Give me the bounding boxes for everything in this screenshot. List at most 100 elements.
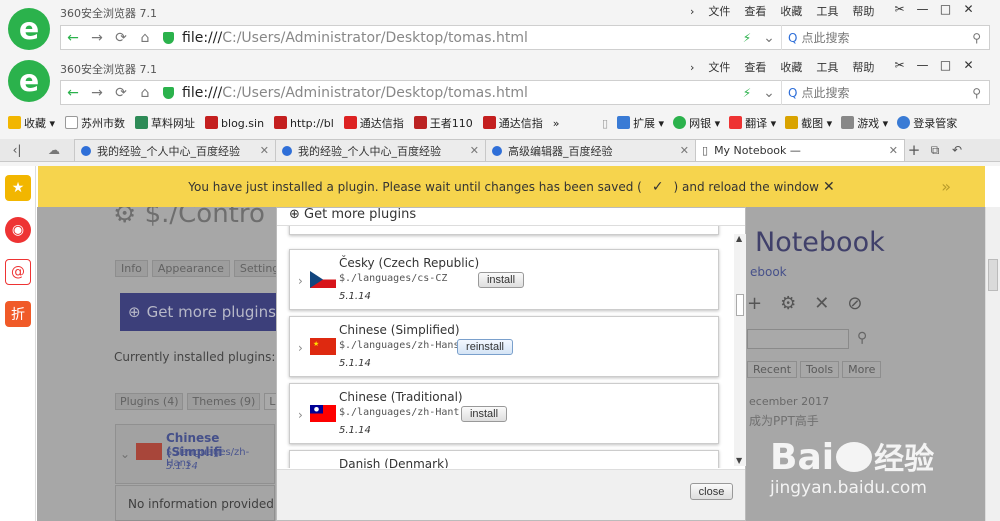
- menu-view[interactable]: 查看: [744, 3, 766, 19]
- bookmarks-more[interactable]: »: [553, 117, 560, 130]
- dropdown-icon-2[interactable]: ⌄: [757, 85, 781, 101]
- refresh-icon[interactable]: ⟳: [109, 30, 133, 46]
- close-window-button-2[interactable]: ✕: [957, 56, 980, 74]
- search-box-2[interactable]: Q 点此搜索 ⚲: [781, 80, 989, 105]
- reinstall-button[interactable]: reinstall: [457, 339, 513, 355]
- tab-recent[interactable]: Recent: [747, 361, 798, 378]
- minimize-button-2[interactable]: —: [911, 56, 934, 74]
- tab-3[interactable]: 高级编辑器_百度经验 ✕: [485, 139, 696, 161]
- tab-close-icon[interactable]: ✕: [464, 144, 479, 157]
- search-engine-icon-2[interactable]: Q: [782, 86, 799, 100]
- weibo-icon[interactable]: ◉: [5, 217, 31, 243]
- maximize-button-2[interactable]: □: [934, 56, 957, 74]
- plugin-list-scrollbar-thumb[interactable]: [736, 294, 744, 316]
- close-window-button[interactable]: ✕: [957, 0, 980, 18]
- tab-close-icon[interactable]: ✕: [254, 144, 269, 157]
- gear-icon-2[interactable]: ⚙: [780, 293, 796, 314]
- restore-tabs-icon[interactable]: ⧉: [924, 139, 946, 161]
- notebook-search-icon[interactable]: ⚲: [857, 330, 867, 346]
- skin-icon[interactable]: ✂: [888, 0, 911, 18]
- scroll-up-arrow-icon[interactable]: ▲: [736, 234, 742, 243]
- tab-active-notebook[interactable]: ▯ My Notebook — ✕: [695, 139, 905, 161]
- search-engine-icon[interactable]: Q: [782, 31, 799, 45]
- extensions-button[interactable]: 扩展 ▾: [617, 115, 664, 131]
- search-input[interactable]: 点此搜索: [799, 29, 972, 46]
- check-circle-icon[interactable]: ⊘: [847, 293, 862, 314]
- tab-2[interactable]: 我的经验_个人中心_百度经验 ✕: [275, 139, 486, 161]
- get-more-plugins-button[interactable]: ⊕ Get more plugins: [120, 293, 280, 331]
- scroll-down-arrow-icon[interactable]: ▼: [736, 456, 742, 465]
- cloud-icon[interactable]: ☁: [34, 139, 74, 161]
- games-button[interactable]: 游戏 ▾: [841, 115, 888, 131]
- notification-more-icon[interactable]: »: [941, 177, 951, 196]
- menu-arrow-icon[interactable]: ›: [690, 5, 694, 18]
- menu-tools-2[interactable]: 工具: [816, 59, 838, 75]
- lightning-icon-2[interactable]: ⚡: [737, 86, 757, 100]
- menu-file[interactable]: 文件: [708, 3, 730, 19]
- plus-icon[interactable]: +: [747, 293, 762, 314]
- skin-icon-2[interactable]: ✂: [888, 56, 911, 74]
- bookmark-5[interactable]: 通达信指: [343, 115, 404, 131]
- tab-close-icon[interactable]: ✕: [883, 144, 898, 157]
- favorites-star-icon[interactable]: ★: [5, 175, 31, 201]
- bookmark-7[interactable]: 通达信指: [482, 115, 543, 131]
- tab-info[interactable]: Info: [115, 260, 148, 277]
- new-tab-icon[interactable]: +: [904, 139, 924, 161]
- home-icon-2[interactable]: ⌂: [133, 85, 157, 101]
- chevron-right-icon[interactable]: ›: [298, 408, 303, 422]
- menu-view-2[interactable]: 查看: [744, 59, 766, 75]
- reading-icon[interactable]: ▯: [602, 117, 608, 130]
- dropdown-icon[interactable]: ⌄: [757, 30, 781, 46]
- login-manager-button[interactable]: 登录管家: [897, 115, 957, 131]
- url-field[interactable]: file:///C:/Users/Administrator/Desktop/t…: [182, 30, 737, 46]
- menu-tools[interactable]: 工具: [816, 3, 838, 19]
- menu-help-2[interactable]: 帮助: [852, 59, 874, 75]
- page-scrollbar-thumb[interactable]: [988, 259, 998, 291]
- menu-favorites[interactable]: 收藏: [780, 3, 802, 19]
- maximize-button[interactable]: □: [934, 0, 957, 18]
- menu-arrow-icon-2[interactable]: ›: [690, 61, 694, 74]
- url-field-2[interactable]: file:///C:/Users/Administrator/Desktop/t…: [182, 85, 737, 101]
- plugin-list-scrollbar[interactable]: ▲ ▼: [734, 234, 746, 466]
- tab-plugins[interactable]: Plugins (4): [115, 393, 184, 410]
- bookmark-3[interactable]: blog.sin: [205, 116, 264, 130]
- tab-list-icon[interactable]: ‹|: [0, 139, 34, 161]
- tab-appearance[interactable]: Appearance: [151, 260, 230, 277]
- bookmark-4[interactable]: http://bl: [274, 116, 334, 130]
- translate-button[interactable]: 翻译 ▾: [729, 115, 776, 131]
- tab-themes[interactable]: Themes (9): [187, 393, 261, 410]
- menu-favorites-2[interactable]: 收藏: [780, 59, 802, 75]
- tab-more[interactable]: More: [842, 361, 882, 378]
- back-icon-2[interactable]: ←: [61, 85, 85, 101]
- home-icon[interactable]: ⌂: [133, 30, 157, 46]
- email-icon[interactable]: @: [5, 259, 31, 285]
- forward-icon-2[interactable]: →: [85, 85, 109, 101]
- tools-icon[interactable]: ✕: [814, 293, 829, 314]
- menu-help[interactable]: 帮助: [852, 3, 874, 19]
- notification-close-icon[interactable]: ✕: [823, 179, 835, 195]
- chevron-down-icon[interactable]: ⌄: [120, 447, 130, 461]
- bookmark-1[interactable]: 苏州市数: [65, 115, 125, 131]
- search-box[interactable]: Q 点此搜索 ⚲: [781, 25, 989, 50]
- back-icon[interactable]: ←: [61, 30, 85, 46]
- bookmark-2[interactable]: 草料网址: [135, 115, 195, 131]
- tab-tools[interactable]: Tools: [800, 361, 840, 378]
- search-input-2[interactable]: 点此搜索: [799, 84, 972, 101]
- tab-close-icon[interactable]: ✕: [674, 144, 689, 157]
- search-icon-2[interactable]: ⚲: [972, 86, 989, 100]
- forward-icon[interactable]: →: [85, 30, 109, 46]
- tab-1[interactable]: 我的经验_个人中心_百度经验 ✕: [74, 139, 276, 161]
- bank-button[interactable]: 网银 ▾: [673, 115, 720, 131]
- undo-close-icon[interactable]: ↶: [946, 139, 968, 161]
- install-button[interactable]: install: [478, 272, 524, 288]
- refresh-icon-2[interactable]: ⟳: [109, 85, 133, 101]
- bookmark-6[interactable]: 王者110: [413, 115, 473, 131]
- chevron-right-icon[interactable]: ›: [298, 274, 303, 288]
- chevron-right-icon[interactable]: ›: [298, 341, 303, 355]
- bookmark-favorites[interactable]: 收藏 ▾: [8, 115, 55, 131]
- page-scrollbar[interactable]: [985, 207, 1000, 521]
- minimize-button[interactable]: —: [911, 0, 934, 18]
- lightning-icon[interactable]: ⚡: [737, 31, 757, 45]
- discount-icon[interactable]: 折: [5, 301, 31, 327]
- screenshot-button[interactable]: 截图 ▾: [785, 115, 832, 131]
